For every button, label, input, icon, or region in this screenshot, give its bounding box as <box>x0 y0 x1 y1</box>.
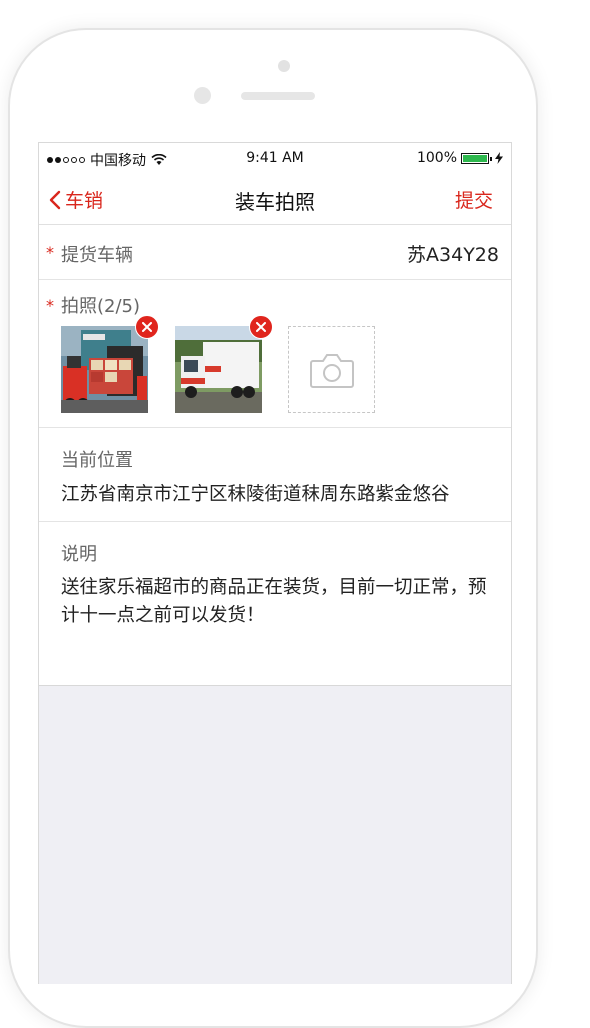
photo-thumbnail-1[interactable] <box>61 315 159 413</box>
photo-white-truck <box>175 326 262 413</box>
front-sensor <box>194 87 211 104</box>
photo-thumbnail-2[interactable] <box>175 315 273 413</box>
form-content: * 提货车辆 苏A34Y28 * 拍照(2/5) 当前位置 江苏省南京市江宁区秣… <box>39 225 511 686</box>
status-right: 100% <box>417 150 503 166</box>
screen: 中国移动 9:41 AM 100% 车销 装车拍照 提交 * 提货车辆 苏A34… <box>38 142 512 984</box>
battery-icon <box>461 152 492 164</box>
photos-label: 拍照(2/5) <box>61 296 141 317</box>
battery-percent: 100% <box>416 150 457 166</box>
close-icon <box>142 322 152 332</box>
status-bar: 中国移动 9:41 AM 100% <box>39 143 511 173</box>
submit-button[interactable]: 提交 <box>455 186 493 213</box>
remove-photo-button[interactable] <box>249 315 273 339</box>
location-row: 当前位置 江苏省南京市江宁区秣陵街道秣周东路紫金悠谷 <box>39 428 511 522</box>
required-mark: * <box>46 296 54 315</box>
note-row[interactable]: 说明 送往家乐福超市的商品正在装货，目前一切正常，预计十一点之前可以发货！ <box>39 522 511 686</box>
earpiece-speaker <box>241 92 315 100</box>
vehicle-label: 提货车辆 <box>61 245 133 266</box>
camera-icon <box>309 353 354 388</box>
note-label: 说明 <box>61 544 97 565</box>
location-value: 江苏省南京市江宁区秣陵街道秣周东路紫金悠谷 <box>61 484 450 505</box>
vehicle-value: 苏A34Y28 <box>407 244 499 266</box>
photos-row: * 拍照(2/5) <box>39 280 511 428</box>
remove-photo-button[interactable] <box>135 315 159 339</box>
navigation-bar: 车销 装车拍照 提交 <box>39 173 511 225</box>
charging-bolt-icon <box>495 152 503 164</box>
required-mark: * <box>46 243 54 262</box>
note-textarea[interactable]: 送往家乐福超市的商品正在装货，目前一切正常，预计十一点之前可以发货！ <box>61 574 501 630</box>
page-title: 装车拍照 <box>235 190 315 214</box>
vehicle-row[interactable]: * 提货车辆 苏A34Y28 <box>39 225 511 280</box>
camera-dot <box>278 60 290 72</box>
add-photo-button[interactable] <box>288 326 375 413</box>
photo-forklift-loading <box>61 326 148 413</box>
close-icon <box>256 322 266 332</box>
location-label: 当前位置 <box>61 450 133 471</box>
